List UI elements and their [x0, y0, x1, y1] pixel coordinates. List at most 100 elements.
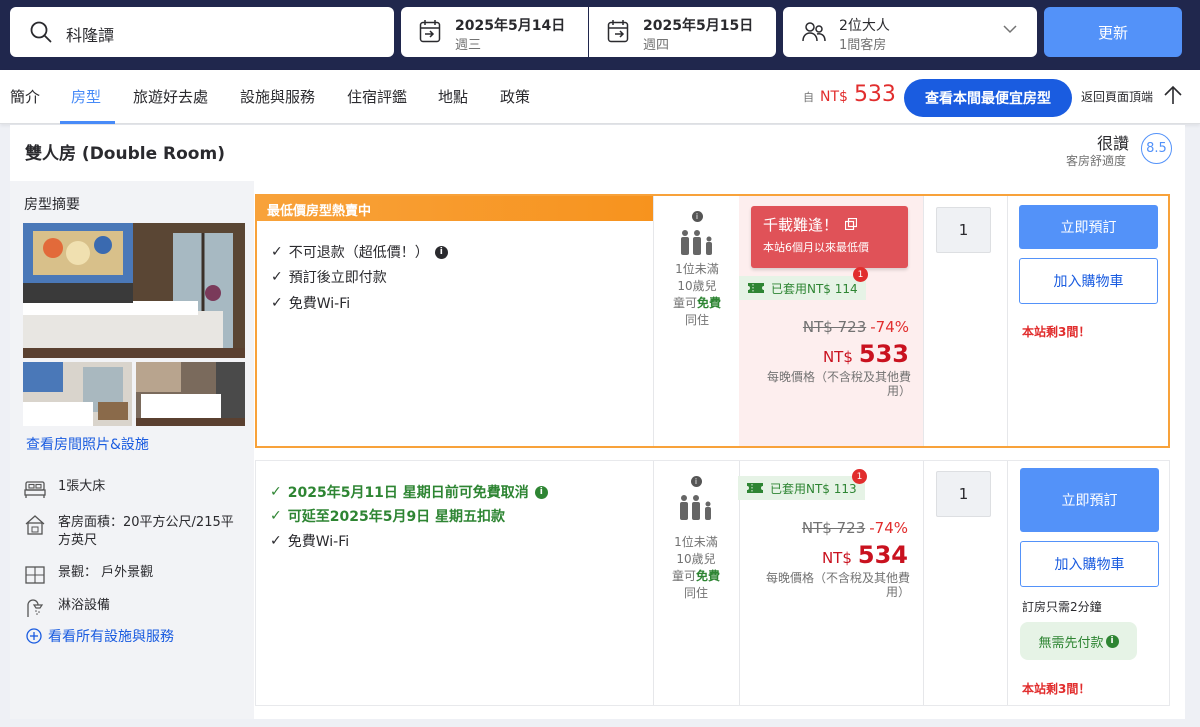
feature-shower-text: 淋浴設備 — [58, 598, 111, 613]
coupon-icon — [748, 283, 764, 293]
child-policy-line: 童可 — [671, 569, 696, 583]
feature-view: 景觀： 戶外景觀 — [24, 564, 238, 586]
destination-field[interactable]: 科隆譚 — [10, 7, 394, 57]
divider — [653, 196, 654, 446]
arrow-up-icon[interactable] — [1163, 84, 1183, 106]
info-icon[interactable]: i — [690, 476, 702, 487]
info-icon[interactable]: i — [691, 211, 703, 222]
price-column: 千載難逢！ 本站6個月以來最低價 已套用NT$ 114 1 NT$ 723 -74… — [739, 196, 923, 446]
occupancy-field[interactable]: 2位大人 1間客房 — [783, 7, 1037, 57]
benefit-text: 免費Wi-Fi — [287, 534, 350, 550]
tab-policies[interactable]: 政策 — [500, 86, 530, 107]
original-price: NT$ 723 -74% — [803, 318, 909, 336]
checkin-date: 2025年5月14日 — [455, 18, 566, 34]
all-facilities-link[interactable]: 看看所有設施與服務 — [26, 626, 174, 646]
chevron-down-icon — [1003, 25, 1017, 34]
rating-score: 8.5 — [1141, 133, 1172, 164]
benefit-text: 免費Wi-Fi — [288, 296, 351, 312]
house-area-icon — [25, 515, 45, 535]
add-to-cart-button[interactable]: 加入購物車 — [1020, 541, 1159, 587]
view-room-photos-link[interactable]: 查看房間照片&設施 — [26, 434, 149, 454]
room-photo-main[interactable] — [23, 223, 245, 358]
update-button[interactable]: 更新 — [1044, 7, 1182, 57]
checkin-day: 週三 — [455, 38, 482, 53]
plus-circle-icon — [26, 628, 42, 644]
room-quantity-select[interactable]: 1 — [936, 471, 991, 517]
copy-icon — [844, 217, 857, 231]
benefit-deferred-payment: ✓ 可延至2025年5月9日 星期五扣款 — [270, 506, 505, 526]
original-price: NT$ 723 -74% — [802, 519, 908, 537]
tab-location[interactable]: 地點 — [438, 86, 468, 107]
feature-area: 客房面積：20平方公尺/215平方英尺 — [24, 514, 238, 550]
occupancy-info: i 1位未滿 10歲兒 童可免費 同住 — [655, 208, 739, 329]
checkin-field[interactable]: 2025年5月14日 週三 — [401, 7, 588, 57]
final-price: NT$ 534 — [822, 541, 908, 569]
per-night-note: 每晚價格（不含稅及其他費用） — [765, 571, 910, 599]
tab-overview[interactable]: 簡介 — [10, 86, 40, 107]
applied-coupon[interactable]: 已套用NT$ 113 — [738, 476, 865, 500]
divider — [923, 196, 924, 446]
check-icon: ✓ — [271, 269, 283, 285]
add-to-cart-button[interactable]: 加入購物車 — [1019, 258, 1158, 304]
benefit-text: 2025年5月11日 星期日前可免費取消 — [287, 485, 529, 501]
feature-area-text: 客房面積：20平方公尺/215平方英尺 — [58, 515, 234, 548]
checkout-field[interactable]: 2025年5月15日 週四 — [589, 7, 776, 57]
room-summary: 房型摘要 查看房間照片&設施 1張大床 客房面積：20平方公尺/215平方英尺 … — [10, 181, 254, 719]
tab-facilities[interactable]: 設施與服務 — [240, 86, 315, 107]
benefit-free-cancellation: ✓ 2025年5月11日 星期日前可免費取消 i — [270, 482, 548, 502]
nav-lowest-price: 自 NT$ 533 — [803, 82, 896, 107]
tab-rooms[interactable]: 房型 — [71, 86, 101, 107]
tab-reviews[interactable]: 住宿評鑑 — [347, 86, 407, 107]
book-now-button[interactable]: 立即預訂 — [1020, 468, 1159, 532]
feature-shower: 淋浴設備 — [24, 597, 238, 619]
benefit-text: 不可退款（超低價！） — [288, 245, 429, 261]
child-policy-line: 同住 — [683, 586, 708, 600]
no-prepayment-badge[interactable]: 無需先付款 i — [1020, 622, 1137, 660]
calendar-checkin-icon — [419, 20, 441, 43]
lowest-price-deal-badge[interactable]: 千載難逢！ 本站6個月以來最低價 — [751, 206, 908, 268]
room-quantity-select[interactable]: 1 — [936, 207, 991, 253]
info-icon[interactable]: i — [434, 245, 448, 259]
child-policy-line: 同住 — [684, 313, 709, 327]
room-photo-thumb-1[interactable] — [23, 362, 132, 426]
bed-icon — [24, 481, 46, 498]
tab-attractions[interactable]: 旅遊好去處 — [133, 86, 208, 107]
price-amount: 533 — [853, 82, 896, 107]
coupon-icon — [747, 483, 763, 493]
divider — [923, 461, 924, 705]
no-prepayment-text: 無需先付款 — [1038, 635, 1104, 651]
destination-value: 科隆譚 — [66, 26, 115, 45]
final-price-amount: 533 — [858, 340, 909, 368]
feature-view-text: 景觀： 戶外景觀 — [58, 565, 154, 580]
final-price-currency: NT$ — [821, 549, 852, 567]
deal-title: 千載難逢！ — [763, 214, 896, 235]
room-photo-thumb-2[interactable] — [136, 362, 245, 426]
room-card: 雙人房 (Double Room) 很讚 客房舒適度 8.5 房型摘要 查看房間… — [10, 125, 1185, 719]
window-view-icon — [25, 566, 45, 584]
family-icon — [680, 495, 711, 520]
check-icon: ✓ — [270, 533, 282, 549]
child-policy-free: 免費 — [697, 296, 722, 310]
applied-coupon[interactable]: 已套用NT$ 114 — [739, 276, 866, 300]
benefit-nonrefundable: ✓ 不可退款（超低價！） i — [271, 242, 448, 262]
child-policy-line: 1位未滿 — [674, 535, 718, 549]
checkout-date: 2025年5月15日 — [643, 18, 754, 34]
book-now-button[interactable]: 立即預訂 — [1019, 205, 1158, 249]
feature-bed: 1張大床 — [24, 478, 238, 500]
info-icon[interactable]: i — [534, 485, 548, 499]
child-policy-free: 免費 — [696, 569, 721, 583]
view-cheapest-room-button[interactable]: 查看本間最便宜房型 — [904, 79, 1072, 117]
search-bar: 科隆譚 2025年5月14日 週三 2025年5月15日 週四 2位大人 1間客… — [0, 0, 1200, 70]
coupon-count-badge: 1 — [852, 469, 867, 484]
child-policy-line: 童可 — [672, 296, 697, 310]
coupon-count-badge: 1 — [853, 267, 868, 282]
coupon-text: 已套用NT$ 113 — [770, 481, 857, 496]
rate-offer-1: 最低價房型熱賣中 ✓ 不可退款（超低價！） i ✓ 預訂後立即付款 ✓ 免費Wi… — [255, 194, 1170, 448]
check-icon: ✓ — [270, 484, 282, 500]
coupon-text: 已套用NT$ 114 — [771, 281, 858, 296]
check-icon: ✓ — [270, 508, 282, 524]
price-currency: NT$ — [820, 89, 848, 105]
summary-label: 房型摘要 — [24, 197, 80, 213]
rooms-left-notice: 本站剩3間！ — [1022, 325, 1091, 339]
back-to-top-link[interactable]: 返回頁面頂端 — [1081, 88, 1153, 105]
